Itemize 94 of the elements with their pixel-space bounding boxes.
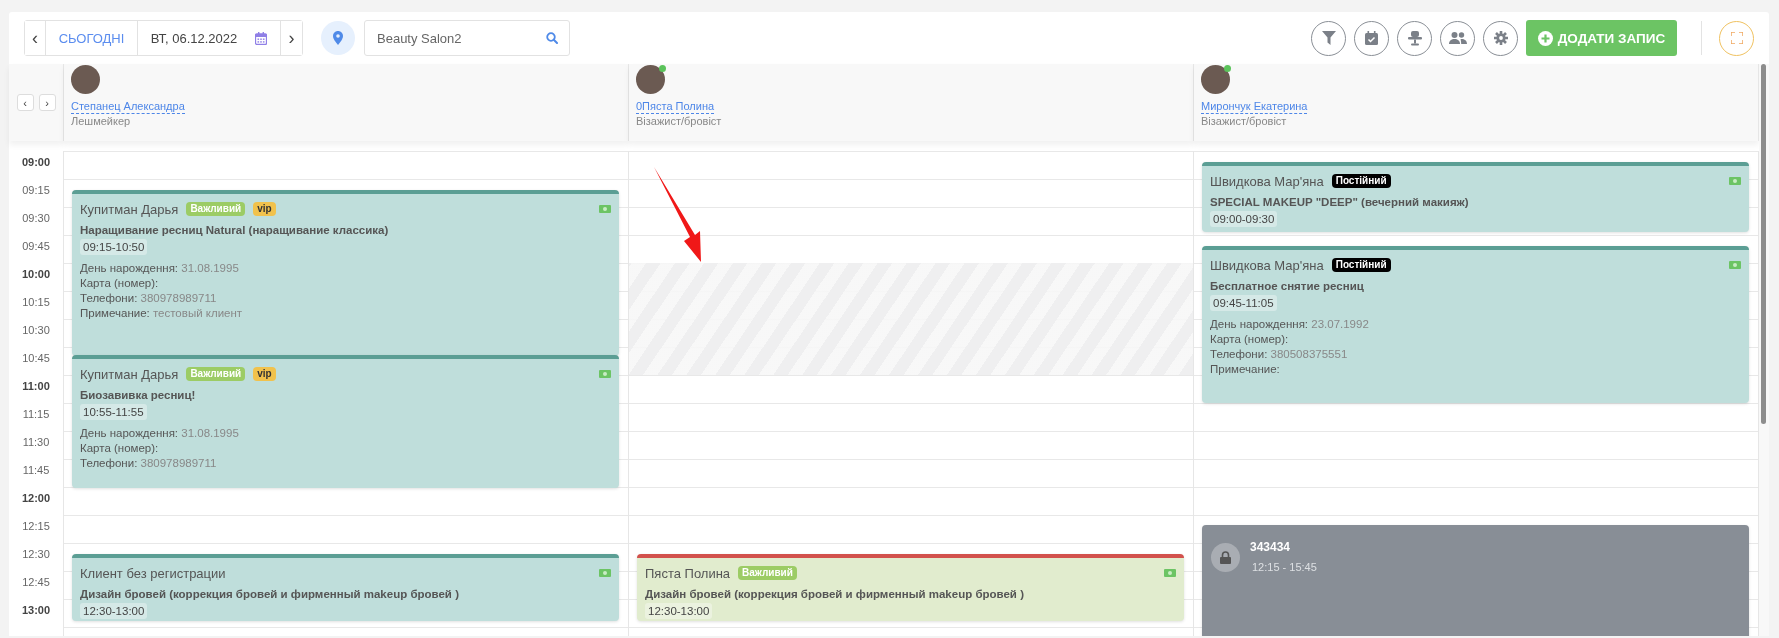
money-icon — [1729, 261, 1741, 269]
appointment-time: 09:45-11:05 — [1210, 295, 1277, 311]
client-name: Купитман Дарья — [80, 201, 179, 217]
appointment-time: 10:55-11:55 — [80, 404, 147, 420]
time-label: 11:15 — [22, 408, 50, 420]
lock-icon — [1220, 551, 1231, 564]
previous-day-button[interactable]: ‹ — [25, 21, 46, 55]
staff-role: Лешмейкер — [71, 115, 132, 127]
filter-button[interactable] — [1311, 20, 1346, 56]
users-icon — [1448, 32, 1467, 44]
appointment-card[interactable]: Купитман Дарья Важливий vip Наращивание ресниц Natural (наращивание классика) 09:15-10:50 День нарождення: 31.08.1995 Карта (номер): Телефони: 380978989711 Примечание: тестовый клиент — [72, 190, 619, 356]
time-label: 10:30 — [22, 324, 50, 336]
time-label: 10:00 — [21, 268, 51, 280]
appointment-card[interactable]: Клиент без регистрации Дизайн бровей (коррекция бровей и фирменный makeup бровей ) 12:30-13:00 — [72, 554, 619, 621]
money-icon — [599, 569, 611, 577]
important-tag: Важливий — [186, 367, 246, 381]
client-detail: Примечание: — [1210, 362, 1281, 377]
time-label: 09:30 — [22, 212, 50, 224]
important-tag: Важливий — [738, 566, 797, 580]
location-search-field[interactable]: Beauty Salon2 — [364, 20, 570, 56]
settings-button[interactable] — [1483, 20, 1518, 56]
filter-icon — [1321, 31, 1336, 45]
appointment-time: 09:00-09:30 — [1210, 211, 1278, 227]
calendar-icon — [255, 31, 268, 45]
appointment-card[interactable]: Швидкова Мар'яна Постійний SPECIAL MAKEUP "DEEP" (вечерний макияж) 09:00-09:30 — [1202, 162, 1749, 232]
location-pin-icon — [333, 31, 343, 45]
fullscreen-icon — [1730, 32, 1743, 44]
time-label: 11:45 — [22, 464, 50, 476]
staff-role: Візажист/бровіст — [1201, 115, 1288, 127]
next-staff-button[interactable]: › — [38, 94, 56, 111]
staff-role: Візажист/бровіст — [636, 115, 723, 127]
staff-name-link[interactable]: Степанец Александра — [71, 100, 185, 114]
chair-icon — [1407, 30, 1422, 46]
money-icon — [1164, 569, 1176, 577]
workplaces-button[interactable] — [1397, 20, 1432, 56]
regular-client-tag: Постійний — [1331, 174, 1391, 188]
time-label: 09:45 — [22, 240, 50, 252]
client-detail: Карта (номер): — [1210, 332, 1290, 347]
plus-circle-icon — [1537, 30, 1553, 46]
client-name: Швидкова Мар'яна — [1210, 173, 1324, 189]
client-detail: Телефони: 380978989711 — [80, 456, 218, 471]
regular-client-tag: Постійний — [1331, 258, 1391, 272]
money-icon — [1729, 177, 1741, 185]
appointment-time: 12:30-13:00 — [645, 603, 713, 619]
block-title: 343434 — [1250, 540, 1292, 554]
service-name: Биозавивка ресниц! — [80, 389, 197, 401]
calendar-check-icon — [1365, 31, 1378, 45]
time-label: 11:00 — [22, 380, 50, 392]
service-name: Дизайн бровей (коррекция бровей и фирменный makeup бровей ) — [80, 588, 460, 600]
appointment-time: 09:15-10:50 — [80, 239, 148, 255]
client-detail: Телефони: 380978989711 — [80, 291, 218, 306]
time-label: 09:15 — [22, 184, 50, 196]
time-label: 12:45 — [22, 576, 50, 588]
staff-button[interactable] — [1440, 20, 1475, 56]
money-icon — [599, 205, 611, 213]
time-label: 13:00 — [21, 604, 51, 616]
money-icon — [599, 370, 611, 378]
client-detail: Карта (номер): — [80, 441, 160, 456]
time-label: 10:15 — [22, 296, 50, 308]
time-label: 11:30 — [22, 436, 50, 448]
client-detail: Примечание: тестовый клиент — [80, 306, 244, 321]
vip-tag: vip — [253, 202, 276, 216]
client-detail: Карта (номер): — [80, 276, 160, 291]
search-icon — [546, 32, 558, 44]
service-name: SPECIAL MAKEUP "DEEP" (вечерний макияж) — [1210, 196, 1470, 208]
vip-tag: vip — [253, 367, 276, 381]
time-label: 12:30 — [22, 548, 50, 560]
appointment-card[interactable]: Купитман Дарья Важливий vip Биозавивка ресниц! 10:55-11:55 День нарождення: 31.08.1995 Карта (номер): Телефони: 380978989711 — [72, 355, 619, 488]
client-name: Купитман Дарья — [80, 366, 179, 382]
time-label: 12:15 — [22, 520, 50, 532]
appointments-button[interactable] — [1354, 20, 1389, 56]
time-label: 12:00 — [21, 492, 51, 504]
previous-staff-button[interactable]: ‹ — [16, 94, 34, 111]
appointment-card[interactable]: Швидкова Мар'яна Постійний Бесплатное снятие ресниц 09:45-11:05 День нарождення: 23.07.1992 Карта (номер): Телефони: 380508375551 Примечание: — [1202, 246, 1749, 403]
time-label: 10:45 — [22, 352, 50, 364]
client-detail: День нарождення: 23.07.1992 — [1210, 317, 1370, 332]
client-detail: День нарождення: 31.08.1995 — [80, 261, 240, 276]
block-time: 12:15 - 15:45 — [1251, 561, 1317, 573]
scrollbar-thumb[interactable] — [1761, 64, 1766, 424]
client-name: Клиент без регистрации — [80, 565, 226, 581]
appointment-card[interactable]: Пяста Полина Важливий Дизайн бровей (коррекция бровей и фирменный makeup бровей ) 12:30-13:00 — [637, 554, 1184, 621]
client-name: Пяста Полина — [645, 565, 731, 581]
service-name: Бесплатное снятие ресниц — [1210, 280, 1365, 292]
avatar — [71, 65, 100, 94]
important-tag: Важливий — [186, 202, 246, 216]
appointment-time: 12:30-13:00 — [80, 603, 148, 619]
client-detail: День нарождення: 31.08.1995 — [80, 426, 240, 441]
time-label: 09:00 — [21, 156, 51, 168]
service-name: Наращивание ресниц Natural (наращивание классика) — [80, 224, 390, 236]
client-name: Швидкова Мар'яна — [1210, 257, 1324, 273]
location-button[interactable] — [321, 21, 355, 55]
client-detail: Телефони: 380508375551 — [1210, 347, 1349, 362]
service-name: Дизайн бровей (коррекция бровей и фирменный makeup бровей ) — [645, 588, 1025, 600]
settings-icon — [1493, 31, 1508, 45]
